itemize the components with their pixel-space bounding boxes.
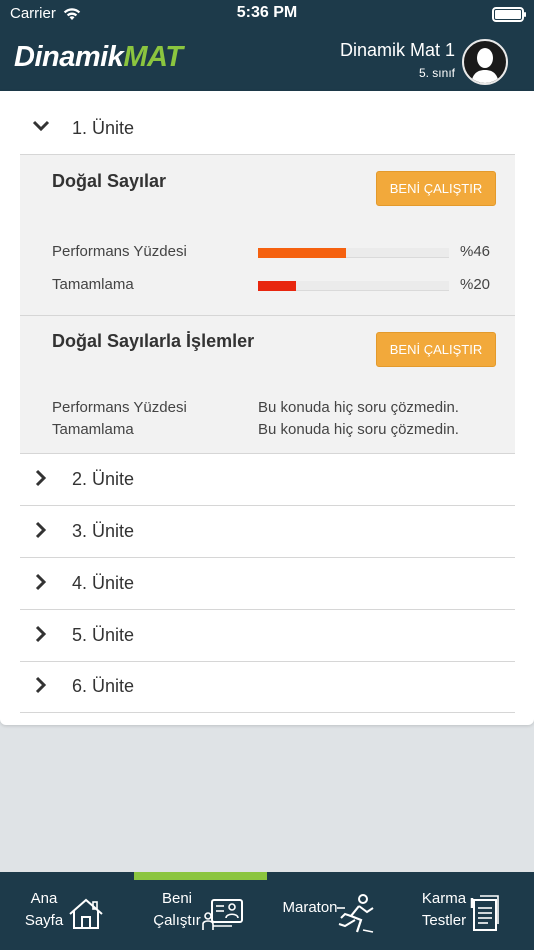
unit-row-5[interactable]: 5. Ünite xyxy=(20,610,515,662)
tab-karma-testler[interactable]: Karma Testler xyxy=(400,872,534,950)
user-silhouette-icon xyxy=(471,48,499,83)
performance-bar-fill xyxy=(258,248,346,258)
unit-label: 5. Ünite xyxy=(72,625,135,645)
topic-dogal-sayilarla-islemler: Doğal Sayılarla İşlemler BENİ ÇALIŞTIR P… xyxy=(20,316,515,454)
chevron-down-icon xyxy=(32,120,50,132)
unit-label: 2. Ünite xyxy=(72,469,135,489)
tab-label-line2: Testler xyxy=(421,912,467,929)
unit-row-2[interactable]: 2. Ünite xyxy=(20,454,515,506)
bottom-tab-bar: Ana Sayfa Beni Çalıştır Maraton Karma Te… xyxy=(0,872,534,950)
tab-label-line2: Çalıştır xyxy=(153,912,201,929)
tab-label: Ana Sayfa xyxy=(16,888,72,932)
completion-bar-fill xyxy=(258,281,296,291)
unit-label: 1. Ünite xyxy=(72,117,135,138)
topic-title: Doğal Sayılar xyxy=(52,171,167,191)
topic-dogal-sayilar: Doğal Sayılar BENİ ÇALIŞTIR Performans Y… xyxy=(20,155,515,316)
unit-label: 6. Ünite xyxy=(72,676,135,696)
completion-status: Bu konuda hiç soru çözmedin. xyxy=(258,421,459,438)
tab-label-line1: Karma xyxy=(421,890,467,907)
performance-status: Bu konuda hiç soru çözmedin. xyxy=(258,399,459,416)
chevron-right-icon xyxy=(35,469,47,487)
chevron-right-icon xyxy=(35,573,47,591)
tab-ana-sayfa[interactable]: Ana Sayfa xyxy=(0,872,133,950)
topic-title: Doğal Sayılarla İşlemler xyxy=(52,331,255,351)
completion-bar xyxy=(258,281,449,291)
unit-label: 4. Ünite xyxy=(72,573,135,593)
battery-icon xyxy=(492,7,526,22)
runner-icon xyxy=(337,894,374,933)
home-icon xyxy=(69,898,103,929)
study-screen-icon xyxy=(202,899,243,930)
user-name: Dinamik Mat 1 xyxy=(339,40,455,60)
performance-label: Performans Yüzdesi xyxy=(52,399,187,416)
tab-label-line1: Beni xyxy=(161,890,193,907)
run-me-button[interactable]: BENİ ÇALIŞTIR xyxy=(376,171,496,206)
chevron-right-icon xyxy=(35,521,47,539)
app-header: Carrier 5:36 PM DinamikMAT Dinamik Mat 1… xyxy=(0,0,534,91)
performance-label: Performans Yüzdesi xyxy=(52,243,187,260)
tab-label: Karma Testler xyxy=(414,888,474,932)
chevron-right-icon xyxy=(35,625,47,643)
tab-label-line1: Maraton xyxy=(282,899,338,916)
logo-text-white: Dinamik xyxy=(14,41,124,73)
units-card: 1. Ünite Doğal Sayılar BENİ ÇALIŞTIR Per… xyxy=(0,91,534,725)
tab-label: Beni Çalıştır xyxy=(148,888,206,932)
completion-label: Tamamlama xyxy=(52,276,134,293)
logo-text-green: MAT xyxy=(123,41,183,73)
status-bar: Carrier 5:36 PM xyxy=(0,0,534,30)
test-papers-icon xyxy=(470,895,499,931)
unit-row-4[interactable]: 4. Ünite xyxy=(20,558,515,610)
tab-maraton[interactable]: Maraton xyxy=(267,872,400,950)
tab-label-line2: Sayfa xyxy=(24,912,64,929)
completion-value: %20 xyxy=(460,276,491,293)
unit-row-6[interactable]: 6. Ünite xyxy=(20,661,515,713)
unit-row-1[interactable]: 1. Ünite xyxy=(20,102,515,155)
clock: 5:36 PM xyxy=(236,4,298,21)
run-me-button[interactable]: BENİ ÇALIŞTIR xyxy=(376,332,496,367)
unit-label: 3. Ünite xyxy=(72,521,135,541)
avatar[interactable] xyxy=(462,39,508,85)
chevron-right-icon xyxy=(35,676,47,694)
app-logo: DinamikMAT xyxy=(14,41,183,74)
performance-bar xyxy=(258,248,449,258)
tab-beni-calistir[interactable]: Beni Çalıştır xyxy=(134,872,267,950)
performance-value: %46 xyxy=(460,243,491,260)
unit-row-3[interactable]: 3. Ünite xyxy=(20,506,515,558)
tab-label-line1: Ana xyxy=(30,890,58,907)
user-grade: 5. sınıf xyxy=(418,66,455,80)
completion-label: Tamamlama xyxy=(52,421,134,438)
tab-label: Maraton xyxy=(278,897,342,919)
